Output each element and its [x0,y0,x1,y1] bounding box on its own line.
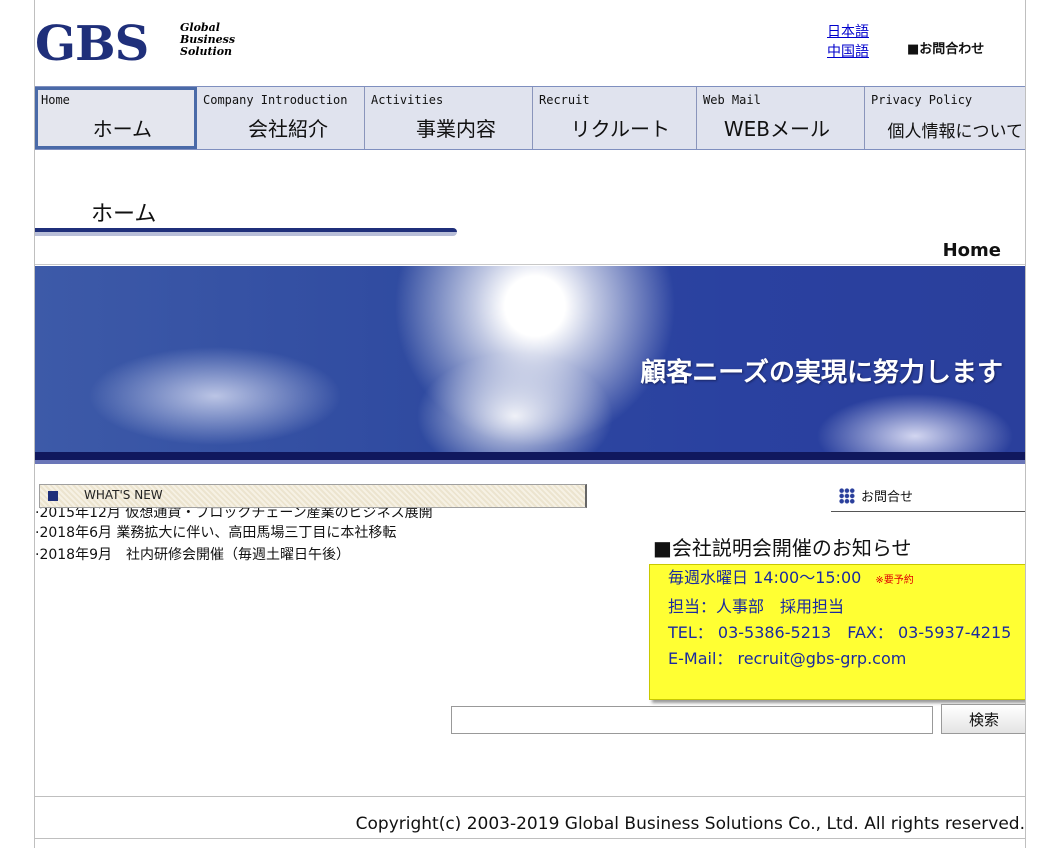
banner-slogan: 顧客ニーズの実現に努力します [640,358,1003,388]
bottom-divider [35,838,1025,839]
tab-activities[interactable]: Activities 事業内容 [365,87,533,149]
tab-web-mail[interactable]: Web Mail WEBメール [697,87,865,149]
tab-activities-jp: 事業内容 [416,117,496,141]
tab-company-jp: 会社紹介 [248,117,328,141]
lang-japanese-link[interactable]: 日本語 [827,22,869,42]
tab-recruit[interactable]: Recruit リクルート [533,87,697,149]
news-list: ·2015年12月 仮想通貨・ブロックチェーン産業のビジネス展開 ·2018年6… [35,508,635,566]
page-title: ホーム [91,202,157,227]
list-item[interactable]: ·2018年9月 社内研修会開催（毎週土曜日午後） [35,544,635,566]
tab-home[interactable]: Home ホーム [35,87,197,149]
square-bullet-icon [48,491,58,501]
whats-new-header: WHAT'S NEW [39,484,587,508]
tab-privacy-jp: 個人情報について [887,122,1024,142]
seminar-notice-title: ■会社説明会開催のお知らせ [653,536,912,560]
tab-company-en: Company Introduction [203,93,348,107]
notice-schedule-line: 毎週水曜日 14:00～15:00 ※要予約 [650,565,1025,594]
page-container: GBS Global Business Solution 日本語 中国語 ■お問… [34,0,1026,848]
notice-tel-fax: TEL： 03-5386-5213 FAX： 03-5937-4215 [668,623,1012,642]
search-button[interactable]: 検索 [941,704,1025,734]
notice-person: 担当：人事部 採用担当 [668,597,845,616]
list-item[interactable]: ·2015年12月 仮想通貨・ブロックチェーン産業のビジネス展開 [35,508,635,522]
tab-recruit-en: Recruit [539,93,590,107]
tab-home-en: Home [41,93,70,107]
tab-privacy-en: Privacy Policy [871,93,973,107]
notice-schedule: 毎週水曜日 14:00～15:00 [668,568,862,587]
side-contact-divider [831,511,1025,512]
notice-reservation: ※要予約 [875,575,914,586]
search-input[interactable] [451,706,933,734]
seminar-notice-box: 毎週水曜日 14:00～15:00 ※要予約 担当：人事部 採用担当 TEL： 0… [649,564,1025,700]
header-contact-link[interactable]: ■お問合わせ [907,38,984,57]
tab-home-jp: ホーム [92,117,152,141]
title-underline [35,228,457,236]
copyright-text: Copyright(c) 2003-2019 Global Business S… [355,814,1025,834]
breadcrumb-divider [35,264,1025,265]
tab-activities-en: Activities [371,93,444,107]
logo-line-solution: Solution [180,45,233,58]
tab-company-introduction[interactable]: Company Introduction 会社紹介 [197,87,365,149]
list-item[interactable]: ·2018年6月 業務拡大に伴い、高田馬場三丁目に本社移転 [35,522,635,544]
language-links: 日本語 中国語 [827,22,869,62]
hero-banner: 顧客ニーズの実現に努力します [35,266,1025,470]
lang-chinese-link[interactable]: 中国語 [827,42,869,62]
grid-icon [839,488,855,504]
breadcrumb: Home [942,240,1001,261]
notice-email: E-Mail： recruit@gbs-grp.com [668,649,907,668]
side-contact-label: お問合せ [861,490,914,505]
tab-recruit-jp: リクルート [570,117,670,141]
tab-privacy-policy[interactable]: Privacy Policy 個人情報について [865,87,1025,149]
logo-tagline: Global Business Solution [180,22,235,58]
whats-new-label: WHAT'S NEW [84,488,163,502]
logo-mark: GBS [35,16,149,72]
tab-webmail-jp: WEBメール [723,117,830,141]
company-logo[interactable]: GBS Global Business Solution [35,16,295,72]
banner-bottom-rule [35,452,1025,470]
footer-divider [35,796,1025,797]
tab-webmail-en: Web Mail [703,93,761,107]
main-nav: Home ホーム Company Introduction 会社紹介 Activ… [35,86,1025,150]
side-contact-link[interactable]: お問合せ [839,486,913,505]
